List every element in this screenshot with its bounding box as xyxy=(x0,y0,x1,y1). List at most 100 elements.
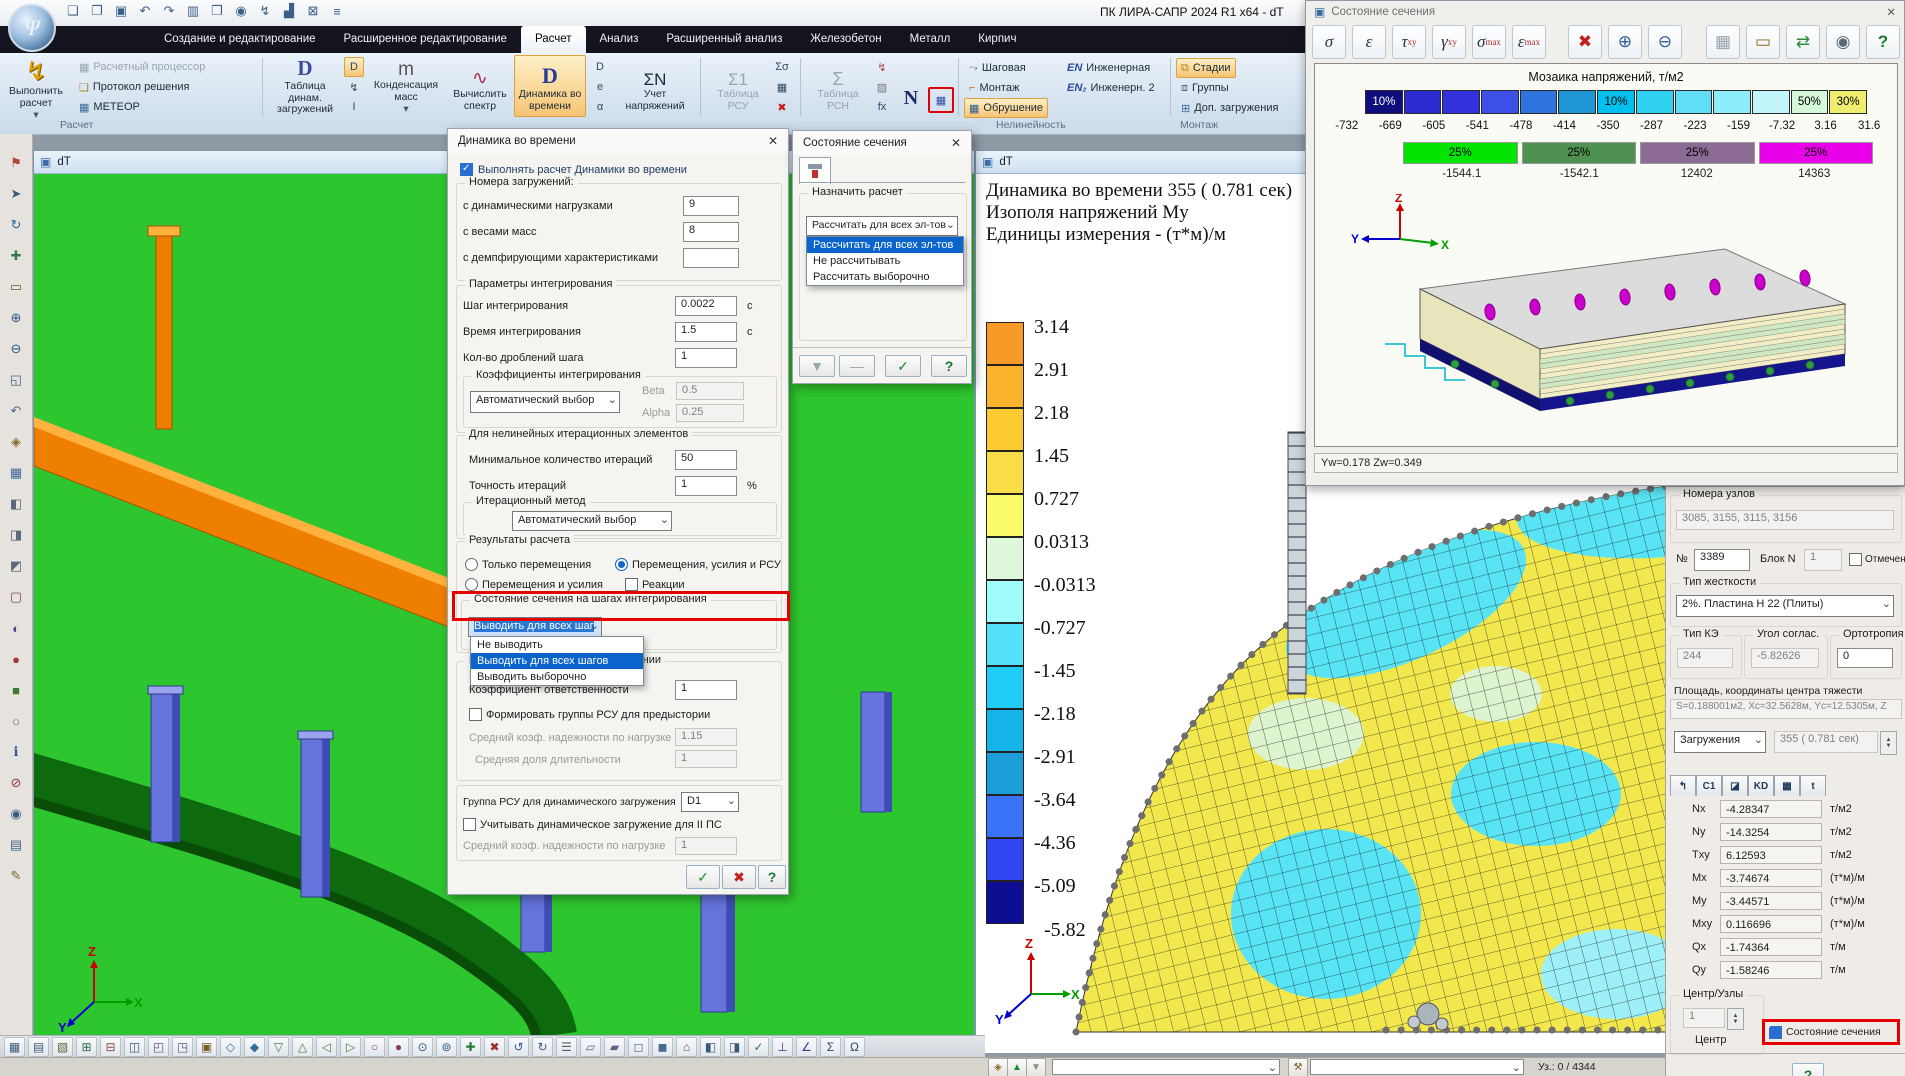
coeffs-select[interactable]: Автоматический выбор⌄ xyxy=(470,391,620,413)
fill-icon[interactable]: ▣ xyxy=(196,1037,217,1057)
time-field[interactable]: 1.5 xyxy=(675,322,737,342)
help-button[interactable]: ? xyxy=(758,865,786,889)
orthotropy-field[interactable]: 0 xyxy=(1837,648,1893,668)
select-icon[interactable]: ➤ xyxy=(5,183,27,205)
angle-field[interactable]: -5.82626 xyxy=(1751,648,1819,668)
tab-advanced-analysis[interactable]: Расширенный анализ xyxy=(652,26,796,53)
tab-undo[interactable]: ↰ xyxy=(1670,775,1696,796)
responsibility-field[interactable]: 1 xyxy=(675,680,737,700)
para-icon[interactable]: ▱ xyxy=(580,1037,601,1057)
undo-icon[interactable]: ↺ xyxy=(508,1037,529,1057)
plus-icon[interactable]: ✚ xyxy=(460,1037,481,1057)
corner2-icon[interactable]: ◳ xyxy=(172,1037,193,1057)
filter-button[interactable]: ▼ xyxy=(799,355,835,377)
mark-icon[interactable]: ✓ xyxy=(748,1037,769,1057)
n-forces-icon[interactable]: N xyxy=(898,83,924,113)
home-icon[interactable]: ⌂ xyxy=(676,1037,697,1057)
props-help-button[interactable]: ? xyxy=(1792,1063,1824,1076)
close-icon[interactable]: ✕ xyxy=(768,134,778,148)
dyn-table-variant-icon[interactable]: D xyxy=(344,57,364,77)
app-logo[interactable]: Ψ xyxy=(8,4,56,52)
alpha-field[interactable]: 0.25 xyxy=(676,404,744,422)
iter-method-select[interactable]: Автоматический выбор⌄ xyxy=(512,511,672,531)
pan-icon[interactable]: ✚ xyxy=(5,245,27,267)
compute-spectrum-button[interactable]: ∿ Вычислить спектр xyxy=(448,55,512,117)
rsn-load-icon[interactable]: ↯ xyxy=(872,57,892,77)
more-icon[interactable]: ≡ xyxy=(328,2,346,20)
rsu-table-button[interactable]: Σ1 Таблица РСУ xyxy=(706,55,770,117)
zoom-in-icon[interactable]: ⊕ xyxy=(5,307,27,329)
snapshot-button[interactable]: ◉ xyxy=(1826,25,1860,59)
hammer-icon[interactable]: ⚒ xyxy=(1288,1058,1308,1076)
dialog-titlebar[interactable]: Динамика во времени ✕ xyxy=(448,129,788,153)
run-calculation-button[interactable]: ↯ Выполнить расчет▾ xyxy=(4,55,68,117)
loadcase-spinner[interactable]: ▲▼ xyxy=(1880,731,1897,755)
grid-icon[interactable]: ▦ xyxy=(4,1037,25,1057)
center-spinner[interactable]: ▲▼ xyxy=(1727,1008,1744,1030)
list-option-selected[interactable]: Рассчитать для всех эл-тов xyxy=(807,237,963,253)
close-icon[interactable]: ✕ xyxy=(951,136,961,150)
section-state-checkbox[interactable] xyxy=(1769,1026,1782,1039)
force-value[interactable]: 0.116696 xyxy=(1720,915,1822,933)
sigma-max-button[interactable]: σmax xyxy=(1472,25,1506,59)
del-cell-icon[interactable]: ⊟ xyxy=(100,1037,121,1057)
nodes-field[interactable]: 3085, 3155, 3115, 3156 xyxy=(1676,510,1894,530)
force-value[interactable]: -14.3254 xyxy=(1720,823,1822,841)
calc-processor-button[interactable]: ▦Расчетный процессор xyxy=(74,57,210,77)
force-value[interactable]: -1.58246 xyxy=(1720,961,1822,979)
element-number-field[interactable]: 3389 xyxy=(1694,549,1750,571)
mark-down-icon[interactable]: ▼ xyxy=(1026,1058,1046,1076)
tab-metal[interactable]: Металл xyxy=(896,26,965,53)
mark-element-icon[interactable]: ■ xyxy=(5,679,27,701)
displacements-forces-radio[interactable] xyxy=(465,578,478,591)
sq-icon[interactable]: ◻ xyxy=(628,1037,649,1057)
mark-up-icon[interactable]: ▲ xyxy=(1007,1058,1027,1076)
eak-icon[interactable]: e xyxy=(590,77,610,97)
list-option[interactable]: Рассчитать выборочно xyxy=(807,269,963,285)
apply-button[interactable]: ✓ xyxy=(885,355,921,377)
dyn2-checkbox[interactable] xyxy=(463,818,476,831)
table-icon[interactable]: ▤ xyxy=(28,1037,49,1057)
omega-icon[interactable]: Ω xyxy=(844,1037,865,1057)
panel-titlebar[interactable]: ▣ Состояние сечения ✕ xyxy=(1306,1,1904,23)
axis-icon[interactable]: ⊥ xyxy=(772,1037,793,1057)
pack-icon[interactable]: ▥ xyxy=(184,2,202,20)
fe-type-field[interactable]: 244 xyxy=(1677,648,1733,668)
split-icon[interactable]: ◫ xyxy=(124,1037,145,1057)
run-dynamics-checkbox[interactable] xyxy=(460,163,473,176)
prev-view-icon[interactable]: ↶ xyxy=(5,400,27,422)
fractions-field[interactable]: 1 xyxy=(675,348,737,368)
table-icon[interactable]: ▤ xyxy=(5,834,27,856)
stages-button[interactable]: ⧉Стадии xyxy=(1176,58,1236,78)
force-value[interactable]: -3.44571 xyxy=(1720,892,1822,910)
angle-icon[interactable]: ∠ xyxy=(796,1037,817,1057)
fit-view-icon[interactable]: ◱ xyxy=(5,369,27,391)
plan-view-icon[interactable]: ◧ xyxy=(5,493,27,515)
para-fill-icon[interactable]: ▰ xyxy=(604,1037,625,1057)
stress-accounting-button[interactable]: ΣN Учет напряжений xyxy=(620,55,690,117)
layers2-icon[interactable]: ◨ xyxy=(724,1037,745,1057)
tab-analysis[interactable]: Анализ xyxy=(586,26,653,53)
open-icon[interactable]: ❐ xyxy=(88,2,106,20)
min-iter-field[interactable]: 50 xyxy=(675,450,737,470)
reliability-field[interactable]: 1.15 xyxy=(675,728,737,746)
fragment-icon[interactable]: ▢ xyxy=(5,586,27,608)
new-file-icon[interactable]: ❏ xyxy=(64,2,82,20)
mount-button[interactable]: ⌐Монтаж xyxy=(964,78,1024,98)
invert-icon[interactable]: ◐ xyxy=(5,617,27,639)
cancel-button[interactable]: ✖ xyxy=(722,865,756,889)
list-option[interactable]: Не рассчитывать xyxy=(807,253,963,269)
tab-kd[interactable]: KD xyxy=(1748,775,1774,796)
add-cell-icon[interactable]: ⊞ xyxy=(76,1037,97,1057)
redo-icon[interactable]: ↻ xyxy=(532,1037,553,1057)
book-icon[interactable]: ❒ xyxy=(208,2,226,20)
beta-field[interactable]: 0.5 xyxy=(676,382,744,400)
ok-button[interactable]: ✓ xyxy=(686,865,720,889)
tau-xy-button[interactable]: τxy xyxy=(1392,25,1426,59)
ruler-button[interactable]: ▭ xyxy=(1746,25,1780,59)
zoom-out-icon[interactable]: ⊖ xyxy=(5,338,27,360)
tab-creation[interactable]: Создание и редактирование xyxy=(150,26,330,53)
extra-loads-button[interactable]: ⊞Доп. загружения xyxy=(1176,98,1283,118)
slash-icon[interactable]: ⊘ xyxy=(5,772,27,794)
node-filter-icon[interactable]: ◈ xyxy=(988,1058,1008,1076)
